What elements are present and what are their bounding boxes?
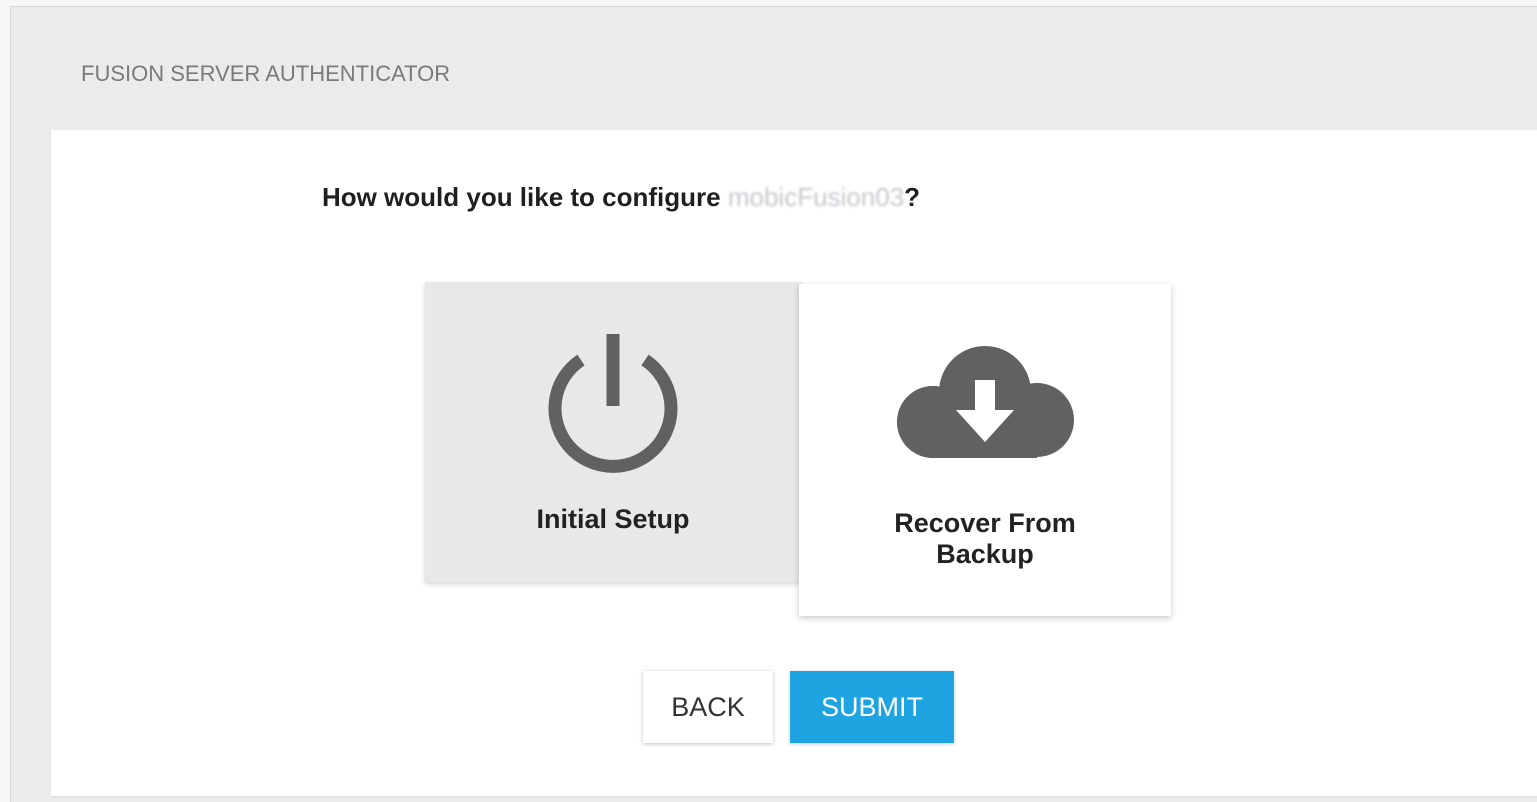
server-hostname: mobicFusion03 (727, 182, 905, 212)
power-icon (548, 334, 678, 473)
question-prefix: How would you like to configure (321, 182, 728, 212)
cloud-download-icon (897, 346, 1074, 458)
submit-button[interactable]: SUBMIT (790, 671, 954, 743)
initial-setup-label: Initial Setup (536, 504, 690, 534)
question-suffix: ? (904, 182, 921, 212)
app-title: FUSION SERVER AUTHENTICATOR (81, 61, 451, 86)
configure-question: How would you like to configure mobicFus… (51, 182, 1191, 213)
recover-from-backup-option[interactable]: Recover From Backup (799, 284, 1171, 616)
configuration-panel: How would you like to configure mobicFus… (51, 130, 1537, 796)
initial-setup-option[interactable]: Initial Setup (425, 282, 801, 582)
recover-from-backup-label: Recover From Backup (894, 508, 1076, 569)
back-button[interactable]: BACK (643, 671, 773, 743)
app-window: FUSION SERVER AUTHENTICATOR How would yo… (10, 6, 1537, 802)
